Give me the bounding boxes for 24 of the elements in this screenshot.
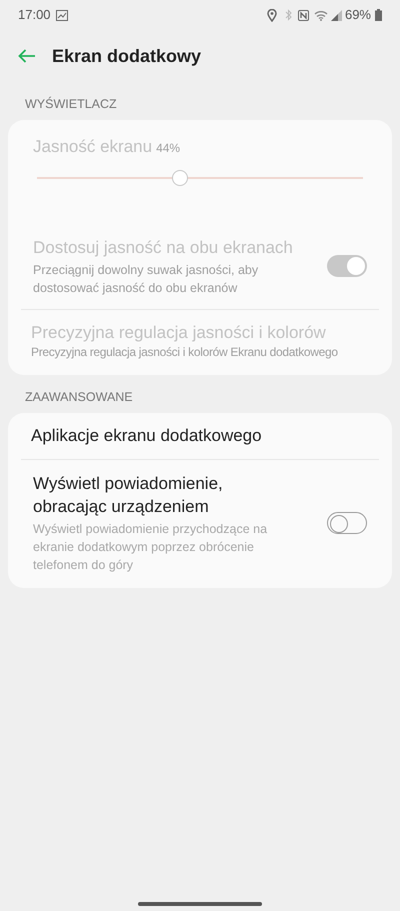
signal-icon: [330, 10, 342, 20]
setting-label: Dostosuj jasność na obu ekranach: [33, 236, 294, 258]
wifi-icon: [314, 10, 328, 20]
setting-summary: Wyświetl powiadomienie przychodzące na ekranie dodatkowym poprzez obrócenie telefonem do góry: [33, 520, 268, 574]
brightness-reading: 44%: [156, 140, 180, 157]
setting-label[interactable]: Aplikacje ekranu dodatkowego: [31, 424, 369, 446]
battery-icon: [375, 9, 382, 21]
battery-percent: 69%: [344, 6, 371, 24]
setting-summary: Przeciągnij dowolny suwak jasności, aby dostosować jasność do obu ekranów: [33, 262, 260, 296]
section-header: ZAAWANSOWANE: [24, 388, 134, 406]
bluetooth-icon: [284, 9, 292, 21]
setting-label: Jasność ekranu: [33, 136, 152, 158]
toggle-switch[interactable]: [327, 512, 367, 534]
setting-summary: Precyzyjna regulacja jasności i kolorów Ekranu dodatkowego: [31, 344, 339, 360]
brightness-slider[interactable]: [37, 170, 363, 186]
image-icon: [56, 10, 68, 20]
status-time: 17:00: [18, 6, 51, 24]
nfc-icon: [298, 10, 309, 20]
page-title: Ekran dodatkowy: [52, 44, 202, 68]
back-arrow-icon[interactable]: [18, 49, 36, 63]
location-icon: [266, 8, 277, 22]
section-header: WYŚWIETLACZ: [24, 96, 118, 113]
setting-label: Wyświetl powiadomienie, obracając urządzeniem: [33, 472, 224, 518]
home-indicator[interactable]: [138, 902, 262, 906]
